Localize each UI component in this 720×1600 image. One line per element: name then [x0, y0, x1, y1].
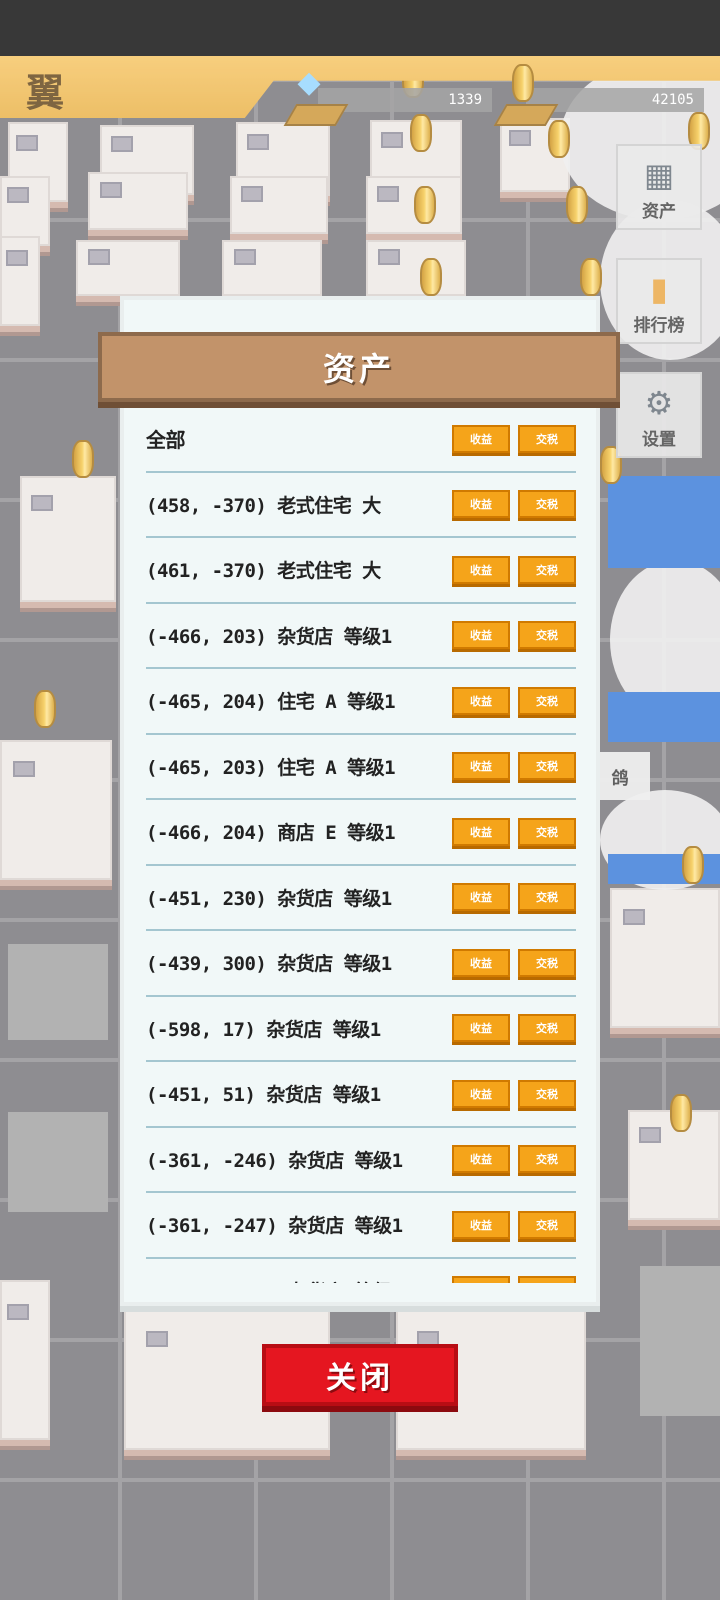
close-button[interactable]: 关闭 [262, 1344, 458, 1406]
asset-row: (461, -370) 老式住宅 大 收益 交税 [146, 538, 576, 604]
pay-tax-button[interactable]: 交税 [518, 1079, 576, 1108]
collect-income-button[interactable]: 收益 [452, 555, 510, 584]
close-button-label: 关闭 [326, 1361, 394, 1396]
pay-tax-button[interactable]: 交税 [518, 424, 576, 453]
pay-tax-button[interactable]: 交税 [518, 1014, 576, 1043]
collect-income-label: 收益 [470, 432, 492, 446]
asset-row: (-465, 204) 住宅 A 等级1 收益 交税 [146, 669, 576, 735]
collect-income-button[interactable]: 收益 [452, 948, 510, 977]
asset-row: (-377, -247) 杂货店 等级1 收益 交税 [146, 1259, 576, 1283]
collect-income-button[interactable]: 收益 [452, 1079, 510, 1108]
asset-row-label: 全部 [146, 428, 186, 453]
pay-tax-label: 交税 [536, 629, 558, 643]
assets-list[interactable]: 全部 收益 交税 (458, -370) 老式住宅 大收益 交税 (461, -370) … [146, 407, 576, 1283]
pay-tax-button[interactable]: 交税 [518, 1276, 576, 1283]
collect-income-label: 收益 [470, 694, 492, 708]
asset-row-label: (-361, -246) 杂货店 等级1 [146, 1149, 403, 1172]
collect-income-button[interactable]: 收益 [452, 1210, 510, 1239]
collect-income-label: 收益 [470, 1218, 492, 1232]
collect-income-label: 收益 [470, 891, 492, 905]
collect-income-label: 收益 [470, 498, 492, 512]
pay-tax-label: 交税 [536, 891, 558, 905]
pay-tax-button[interactable]: 交税 [518, 817, 576, 846]
pay-tax-label: 交税 [536, 956, 558, 970]
asset-row-label: (-466, 203) 杂货店 等级1 [146, 625, 392, 648]
asset-row: (-451, 230) 杂货店 等级1 收益 交税 [146, 866, 576, 931]
pay-tax-label: 交税 [536, 563, 558, 577]
asset-row-label: (-361, -247) 杂货店 等级1 [146, 1215, 403, 1238]
pay-tax-label: 交税 [536, 1087, 558, 1101]
asset-row: (-598, 17) 杂货店 等级1 收益 交税 [146, 997, 576, 1062]
asset-row-all: 全部 收益 交税 [146, 407, 576, 473]
asset-row: (-361, -246) 杂货店 等级1 收益 交税 [146, 1128, 576, 1193]
pay-tax-label: 交税 [536, 1218, 558, 1232]
collect-income-label: 收益 [470, 825, 492, 839]
asset-row-label: (461, -370) 老式住宅 大 [146, 560, 381, 583]
collect-income-label: 收益 [470, 1087, 492, 1101]
asset-row: (458, -370) 老式住宅 大 收益 交税 [146, 473, 576, 538]
pay-tax-label: 交税 [536, 1153, 558, 1167]
pay-tax-button[interactable]: 交税 [518, 1210, 576, 1239]
pay-tax-button[interactable]: 交税 [518, 621, 576, 650]
asset-row-label: (458, -370) 老式住宅 大 [146, 494, 381, 517]
collect-income-label: 收益 [470, 629, 492, 643]
pay-tax-label: 交税 [536, 760, 558, 774]
asset-row-label: (-598, 17) 杂货店 等级1 [146, 1018, 381, 1041]
pay-tax-button[interactable]: 交税 [518, 490, 576, 519]
collect-income-button[interactable]: 收益 [452, 1145, 510, 1174]
collect-income-label: 收益 [470, 1153, 492, 1167]
collect-income-label: 收益 [470, 760, 492, 774]
asset-row: (-465, 203) 住宅 A 等级1 收益 交税 [146, 735, 576, 800]
asset-row: (-466, 204) 商店 E 等级1 收益 交税 [146, 800, 576, 866]
asset-row: (-451, 51) 杂货店 等级1 收益 交税 [146, 1062, 576, 1128]
collect-income-label: 收益 [470, 563, 492, 577]
pay-tax-button[interactable]: 交税 [518, 555, 576, 584]
collect-income-button[interactable]: 收益 [452, 752, 510, 781]
asset-row-label: (-465, 203) 住宅 A 等级1 [146, 756, 396, 779]
pay-tax-label: 交税 [536, 694, 558, 708]
assets-panel-header: 资产 [98, 332, 620, 402]
pay-tax-label: 交税 [536, 1282, 558, 1283]
asset-row: (-361, -247) 杂货店 等级1 收益 交税 [146, 1193, 576, 1259]
collect-income-button[interactable]: 收益 [452, 686, 510, 715]
pay-tax-label: 交税 [536, 498, 558, 512]
pay-tax-button[interactable]: 交税 [518, 1145, 576, 1174]
pay-tax-button[interactable]: 交税 [518, 752, 576, 781]
pay-tax-button[interactable]: 交税 [518, 686, 576, 715]
collect-income-button[interactable]: 收益 [452, 883, 510, 912]
asset-row-label: (-451, 230) 杂货店 等级1 [146, 887, 392, 910]
collect-income-button[interactable]: 收益 [452, 424, 510, 453]
asset-row-label: (-465, 204) 住宅 A 等级1 [146, 691, 396, 714]
pay-tax-label: 交税 [536, 432, 558, 446]
asset-row-label: (-377, -247) 杂货店 等级1 [146, 1277, 444, 1283]
collect-income-button[interactable]: 收益 [452, 621, 510, 650]
collect-income-label: 收益 [470, 1282, 492, 1283]
asset-row-label: (-466, 204) 商店 E 等级1 [146, 822, 396, 845]
collect-income-button[interactable]: 收益 [452, 817, 510, 846]
pay-tax-label: 交税 [536, 1022, 558, 1036]
pay-tax-button[interactable]: 交税 [518, 883, 576, 912]
asset-row: (-466, 203) 杂货店 等级1 收益 交税 [146, 604, 576, 669]
pay-tax-button[interactable]: 交税 [518, 948, 576, 977]
collect-income-button[interactable]: 收益 [452, 490, 510, 519]
assets-panel-title: 资产 [322, 350, 395, 388]
collect-income-button[interactable]: 收益 [452, 1014, 510, 1043]
collect-income-label: 收益 [470, 956, 492, 970]
asset-row-label: (-451, 51) 杂货店 等级1 [146, 1084, 381, 1107]
collect-income-label: 收益 [470, 1022, 492, 1036]
pay-tax-label: 交税 [536, 825, 558, 839]
asset-row: (-439, 300) 杂货店 等级1 收益 交税 [146, 931, 576, 997]
asset-row-label: (-439, 300) 杂货店 等级1 [146, 953, 392, 976]
collect-income-button[interactable]: 收益 [452, 1276, 510, 1283]
